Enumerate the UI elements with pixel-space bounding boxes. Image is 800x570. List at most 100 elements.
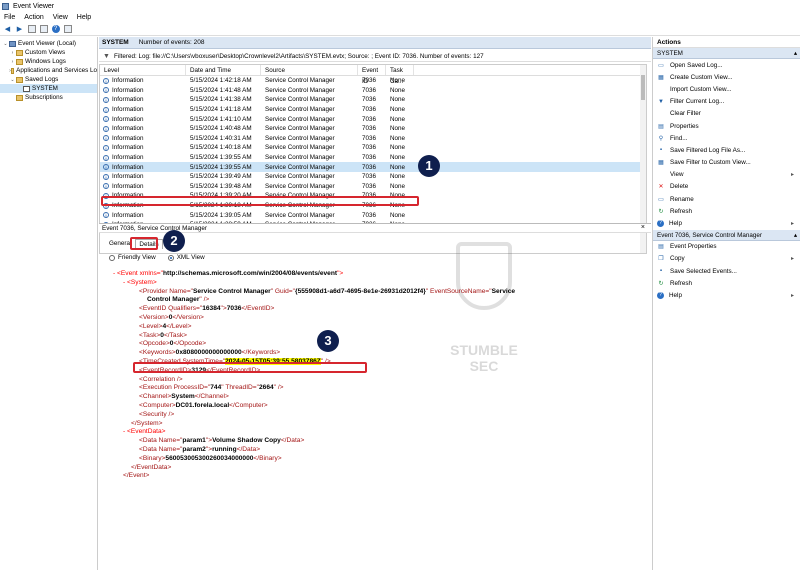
back-arrow-icon[interactable]: ◀ [3, 25, 12, 34]
folder-icon [16, 49, 23, 56]
chevron-icon[interactable]: › [9, 50, 16, 56]
action-event-properties[interactable]: ▤ Event Properties [653, 241, 800, 253]
tree-item-custom-views[interactable]: › Custom Views [0, 48, 97, 57]
menu-action[interactable]: Action [24, 14, 43, 21]
cell-id: 7036 [362, 182, 377, 190]
table-row[interactable]: i Information 5/15/2024 1:41:10 AM Service … [100, 114, 646, 124]
action-refresh[interactable]: ↻ Refresh [653, 205, 800, 217]
properties-button[interactable] [63, 25, 72, 34]
action-copy[interactable]: ❐ Copy ▸ [653, 253, 800, 265]
table-row[interactable]: i Information 5/15/2024 1:42:18 AM Service … [100, 76, 646, 86]
menu-view[interactable]: View [53, 14, 68, 21]
menu-file[interactable]: File [4, 14, 15, 21]
information-icon: i [103, 212, 109, 219]
action-view[interactable]: View ▸ [653, 169, 800, 181]
up-folder-button[interactable] [27, 25, 36, 34]
table-row[interactable]: i Information 5/15/2024 1:39:55 AM Service … [100, 153, 646, 163]
tree-item-applications-and-services-lo[interactable]: ›Applications and Services Lo [0, 66, 97, 75]
action-filter-current-log[interactable]: ▼ Filter Current Log... [653, 96, 800, 108]
action-save-filter-to-custom-view[interactable]: ▦ Save Filter to Custom View... [653, 157, 800, 169]
cell-level: iInformation [100, 96, 186, 103]
table-row[interactable]: i Information 5/15/2024 1:40:48 AM Service … [100, 124, 646, 134]
action-label: Properties [670, 122, 699, 130]
tree-item-system[interactable]: SYSTEM [0, 84, 97, 93]
action-help[interactable]: ? Help ▸ [653, 289, 800, 301]
table-row[interactable]: i Information 5/15/2024 1:39:49 AM Service … [100, 172, 646, 182]
xml-line: <Computer>DC01.forela.local</Computer> [139, 401, 268, 409]
forward-arrow-icon[interactable]: ▶ [15, 25, 24, 34]
collapse-icon[interactable]: ▴ [794, 230, 797, 240]
help-icon: ? [657, 291, 664, 299]
event-detail-title: Event 7036, Service Control Manager [102, 224, 208, 232]
actions-group-event[interactable]: Event 7036, Service Control Manager ▴ [653, 229, 800, 241]
actions-group-system[interactable]: SYSTEM ▴ [653, 48, 800, 59]
table-row[interactable]: i Information 5/15/2024 1:40:18 AM Service … [100, 143, 646, 153]
highlight-selected-row [101, 196, 419, 206]
action-save-selected-events[interactable]: ▪ Save Selected Events... [653, 265, 800, 277]
action-refresh[interactable]: ↻ Refresh [653, 277, 800, 289]
action-find[interactable]: ⚲ Find... [653, 132, 800, 144]
table-row[interactable]: i Information 5/15/2024 1:39:05 AM Service … [100, 210, 646, 220]
table-row[interactable]: i Information 5/15/2024 1:40:31 AM Service … [100, 134, 646, 144]
column-event-id[interactable]: Event ID [358, 65, 386, 85]
folder-icon [16, 76, 23, 83]
action-clear-filter[interactable]: Clear Filter [653, 108, 800, 120]
cell-level: iInformation [100, 87, 186, 94]
filter-icon: ▼ [103, 52, 110, 60]
information-icon: i [103, 77, 109, 84]
highlight-details-tab [130, 237, 158, 250]
table-row[interactable]: i Information 5/15/2024 1:41:38 AM Service … [100, 95, 646, 105]
action-label: Save Filter to Custom View... [670, 159, 751, 167]
column-source[interactable]: Source [261, 65, 358, 75]
show-tree-button[interactable] [39, 25, 48, 34]
action-import-custom-view[interactable]: Import Custom View... [653, 83, 800, 95]
cell-id: 7036 [362, 106, 377, 114]
scroll-thumb[interactable] [641, 75, 645, 100]
actions-group-label: Event 7036, Service Control Manager [657, 231, 763, 239]
action-properties[interactable]: ▤ Properties [653, 120, 800, 132]
view-mode-options: Friendly View XML View [109, 254, 205, 261]
cell-date: 5/15/2024 1:40:18 AM [190, 144, 252, 152]
chevron-icon[interactable]: ⌄ [2, 41, 9, 47]
action-rename[interactable]: ▭ Rename [653, 193, 800, 205]
close-icon[interactable]: × [641, 224, 645, 231]
xml-view-radio[interactable] [167, 254, 174, 261]
chevron-icon[interactable]: ⌄ [9, 77, 16, 83]
table-row[interactable]: i Information 5/15/2024 1:41:48 AM Service … [100, 86, 646, 96]
action-save-filtered-log-file-as[interactable]: ▪ Save Filtered Log File As... [653, 144, 800, 156]
action-open-saved-log[interactable]: ▭ Open Saved Log... [653, 59, 800, 71]
cell-level: iInformation [100, 135, 186, 142]
table-row[interactable]: i Information 5/15/2024 1:39:48 AM Service … [100, 182, 646, 192]
cell-date: 5/15/2024 1:39:55 AM [190, 163, 252, 171]
clear-filter-icon [657, 110, 665, 117]
column-level[interactable]: Level [100, 65, 186, 75]
cell-level-text: Information [112, 163, 144, 171]
help-icon[interactable]: ? [51, 25, 60, 34]
tree-item-windows-logs[interactable]: › Windows Logs [0, 57, 97, 66]
action-help[interactable]: ? Help ▸ [653, 217, 800, 229]
tree-item-subscriptions[interactable]: Subscriptions [0, 93, 97, 102]
cell-task: None [390, 144, 406, 152]
cell-date: 5/15/2024 1:41:10 AM [190, 115, 252, 123]
chevron-icon[interactable]: › [9, 59, 16, 65]
cell-source: Service Control Manager [265, 144, 335, 152]
xml-line: </EventData> [131, 463, 172, 471]
friendly-view-radio[interactable] [109, 254, 115, 261]
cell-level: iInformation [100, 154, 186, 161]
tree-item-event-viewer-local[interactable]: ⌄ Event Viewer (Local) [0, 39, 97, 48]
action-create-custom-view[interactable]: ▦ Create Custom View... [653, 71, 800, 83]
table-row[interactable]: i Information 5/15/2024 1:41:18 AM Service … [100, 105, 646, 115]
collapse-icon[interactable]: ▴ [794, 48, 797, 58]
action-label: Help [669, 220, 682, 228]
tree-item-saved-logs[interactable]: ⌄ Saved Logs [0, 75, 97, 84]
tree-item-label: Saved Logs [25, 76, 59, 83]
column-date[interactable]: Date and Time [186, 65, 261, 75]
cell-source: Service Control Manager [265, 134, 335, 142]
column-task[interactable]: Task Ca... [386, 65, 414, 85]
information-icon: i [103, 135, 109, 142]
action-delete[interactable]: ✕ Delete [653, 181, 800, 193]
menu-help[interactable]: Help [77, 14, 91, 21]
xml-line: <Data Name="param2">running</Data> [139, 445, 261, 453]
table-row[interactable]: i Information 5/15/2024 1:39:55 AM Service … [100, 162, 646, 172]
action-label: Save Selected Events... [670, 267, 737, 275]
